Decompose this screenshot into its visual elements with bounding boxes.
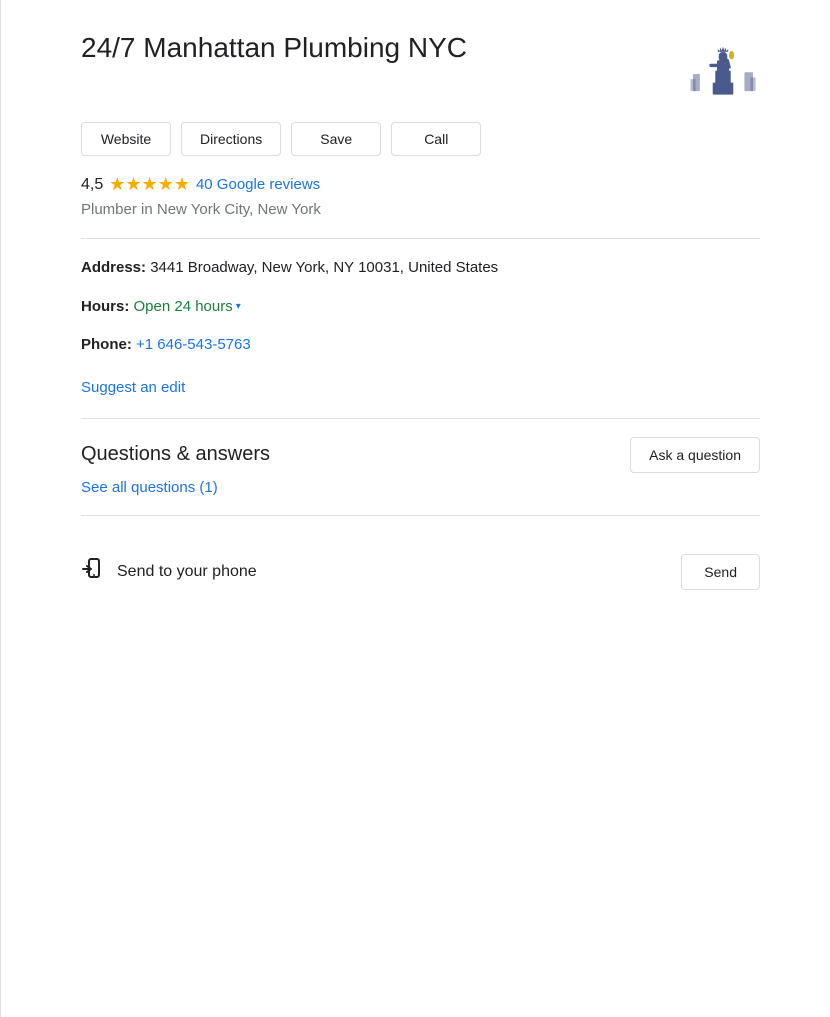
star-1: ★ xyxy=(109,174,125,195)
send-to-phone-text: Send to your phone xyxy=(117,563,257,581)
send-button[interactable]: Send xyxy=(681,554,760,590)
business-category: Plumber in New York City, New York xyxy=(81,201,760,218)
star-2: ★ xyxy=(125,174,141,195)
business-title: 24/7 Manhattan Plumbing NYC xyxy=(81,30,467,66)
hours-label: Hours: xyxy=(81,298,134,315)
ask-question-button[interactable]: Ask a question xyxy=(630,437,760,473)
suggest-edit-link[interactable]: Suggest an edit xyxy=(81,379,185,396)
call-button[interactable]: Call xyxy=(391,122,481,156)
qa-title: Questions & answers xyxy=(81,443,270,466)
save-button[interactable]: Save xyxy=(291,122,381,156)
send-label: Send to your phone xyxy=(81,557,257,587)
address-label: Address: xyxy=(81,259,150,276)
rating-number: 4,5 xyxy=(81,176,103,194)
rating-row: 4,5 ★ ★ ★ ★ ★ 40 Google reviews xyxy=(81,174,760,195)
hours-row: Hours: Open 24 hours▾ xyxy=(81,296,760,319)
star-half: ★ xyxy=(174,174,190,195)
action-buttons-group: Website Directions Save Call xyxy=(81,122,760,156)
business-logo xyxy=(685,35,760,100)
divider-2 xyxy=(81,418,760,419)
star-4: ★ xyxy=(158,174,174,195)
qa-header: Questions & answers Ask a question xyxy=(81,437,760,473)
hours-value: Open 24 hours xyxy=(134,298,233,315)
qa-section: Questions & answers Ask a question See a… xyxy=(81,437,760,497)
divider-3 xyxy=(81,515,760,516)
star-3: ★ xyxy=(142,174,158,195)
divider-1 xyxy=(81,238,760,239)
send-section: Send to your phone Send xyxy=(81,534,760,590)
hours-dropdown-icon[interactable]: ▾ xyxy=(236,301,241,312)
send-phone-icon xyxy=(81,557,105,587)
reviews-link[interactable]: 40 Google reviews xyxy=(196,176,320,193)
address-row: Address: 3441 Broadway, New York, NY 100… xyxy=(81,257,760,280)
website-button[interactable]: Website xyxy=(81,122,171,156)
logo-icon xyxy=(688,38,758,98)
phone-label: Phone: xyxy=(81,336,136,353)
see-all-questions-link[interactable]: See all questions (1) xyxy=(81,479,218,496)
address-value: 3441 Broadway, New York, NY 10031, Unite… xyxy=(150,259,498,276)
phone-row: Phone: +1 646-543-5763 xyxy=(81,334,760,357)
stars-container: ★ ★ ★ ★ ★ xyxy=(109,174,190,195)
info-section: Address: 3441 Broadway, New York, NY 100… xyxy=(81,257,760,357)
card-header: 24/7 Manhattan Plumbing NYC xyxy=(81,30,760,100)
directions-button[interactable]: Directions xyxy=(181,122,281,156)
phone-link[interactable]: +1 646-543-5763 xyxy=(136,336,251,353)
business-card: 24/7 Manhattan Plumbing NYC xyxy=(0,0,830,1017)
